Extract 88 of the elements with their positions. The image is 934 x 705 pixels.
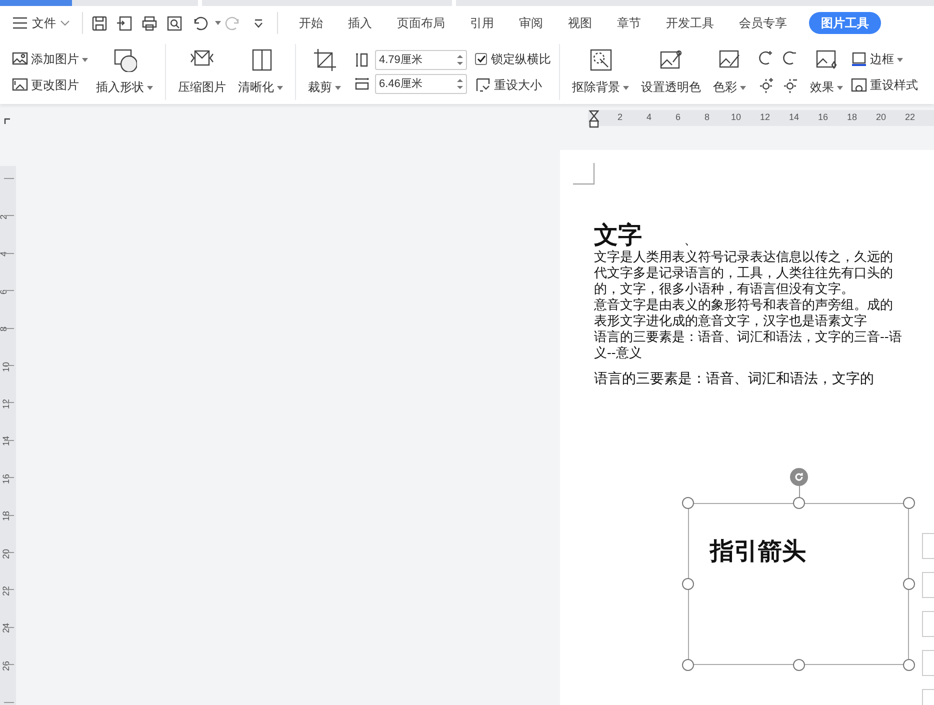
ribbon-button[interactable]: 插入形状 [90,40,159,104]
ruler-number: 14 [789,111,799,124]
resize-handle[interactable] [682,659,694,671]
menu-tab[interactable]: 引用 [459,12,505,34]
ruler-number: 4 [646,111,652,124]
checkmark-icon [476,55,486,63]
spinner-arrows-icon[interactable] [457,54,463,66]
text-line: 意音文字是由表义的象形符号和表音的声旁组。成的 [594,298,894,314]
ruler-number: 6 [676,111,680,124]
resize-handle[interactable] [793,659,805,671]
menu-tab[interactable]: 页面布局 [386,12,456,34]
text-line: 的，文字，很多小语种，有语言但没有文字。 [594,282,855,298]
crop-icon [312,48,336,72]
print-icon[interactable] [141,14,158,32]
menu-tab[interactable]: 插入 [337,12,383,34]
picture-swap-icon [12,77,28,93]
resize-handle[interactable] [903,497,915,509]
sun-plus-icon[interactable] [758,77,774,94]
text-line: 语言的三要素是：语音、词汇和语法，文字的 [594,370,875,388]
menu-tab[interactable]: 会员专享 [728,12,798,34]
ribbon-button[interactable]: 添加图片 [12,49,88,69]
ribbon-button[interactable]: 重设大小 [475,75,551,95]
menu-tab[interactable]: 开发工具 [655,12,725,34]
ruler-number: 12 [760,111,770,124]
ruler-number: 24 [1,623,11,634]
magic-wand-icon [588,48,612,72]
contrast-down-icon[interactable] [782,50,798,67]
caret-icon [215,21,221,25]
text-line: 表形文字进化成的意音文字，汉字也是语素文字 [594,314,868,330]
text-line: 代文字多是记录语言的，工具，人类往往先有口头的 [594,266,894,282]
menu-tab[interactable]: 视图 [557,12,603,34]
brightness-up-icon[interactable] [758,50,774,67]
ruler-number: 22 [905,111,915,124]
shapes-icon [112,48,136,72]
text-line: 文字是人类用表义符号记录表达信息以传之，久远的 [594,250,894,266]
menu-icon [12,17,28,29]
ribbon-button[interactable]: 裁剪 [302,40,347,104]
rotate-handle[interactable] [790,468,808,486]
resize-handle[interactable] [682,497,694,509]
lock-ratio-checkbox[interactable]: 锁定纵横比 [475,49,551,69]
reset-style-icon [851,77,867,93]
size-field[interactable]: 6.46厘米 [375,74,467,94]
punctuation-mark: 、 [684,232,697,250]
ruler-number: 8 [0,326,8,332]
ribbon-button[interactable]: 重设样式 [851,75,918,95]
ribbon-button[interactable]: 抠除背景 [566,40,635,104]
ruler-number: 16 [818,111,828,124]
ruler-number: 18 [847,111,857,124]
save-icon[interactable] [91,14,108,32]
corner-mark-icon [4,118,10,124]
size-field[interactable]: 4.79厘米 [375,50,467,70]
ruler-number: 10 [731,111,741,124]
menu-tab[interactable]: 审阅 [508,12,554,34]
ruler-number: 2 [618,111,622,124]
indent-marker-icon [589,110,599,128]
border-icon [851,51,867,67]
text-line: 语言的三要素是：语音、词汇和语法，文字的三音--语 [594,330,902,346]
text-box-text: 指引箭头 [710,535,806,567]
resize-handle[interactable] [682,578,694,590]
ruler-number: 14 [1,436,11,446]
menu-tab[interactable]: 章节 [606,12,652,34]
picture-icon [12,51,28,67]
ribbon-button[interactable]: 清晰化 [232,40,289,104]
ruler-number: 8 [704,111,710,124]
chevron-down-icon [60,20,70,26]
resize-icon [475,77,491,93]
ribbon-button[interactable]: 压缩图片 [172,40,232,104]
crop-mark-icon [573,163,595,185]
ruler-number: 20 [876,111,886,124]
ribbon-button[interactable]: 效果 [804,40,849,104]
file-menu-button[interactable]: 文件 [12,14,78,32]
spinner-arrows-icon[interactable] [457,78,463,90]
resize-handle[interactable] [793,497,805,509]
width-icon [355,77,369,91]
resize-handle[interactable] [903,659,915,671]
ribbon-button[interactable]: 边框 [851,49,918,69]
menu-tab[interactable]: 图片工具 [809,12,881,34]
export-icon[interactable] [116,14,133,32]
document-heading: 文字 [594,220,642,250]
sun-minus-icon[interactable] [782,77,798,94]
resize-handle[interactable] [903,578,915,590]
menu-tab[interactable]: 开始 [288,12,334,34]
height-icon [355,53,369,67]
print-preview-icon[interactable] [166,14,183,32]
text-line: 义--意义 [594,346,643,362]
ribbon-button[interactable]: 色彩 [707,40,752,104]
ribbon-button[interactable]: 设置透明色 [635,40,707,104]
ribbon-button[interactable]: 更改图片 [12,75,88,95]
